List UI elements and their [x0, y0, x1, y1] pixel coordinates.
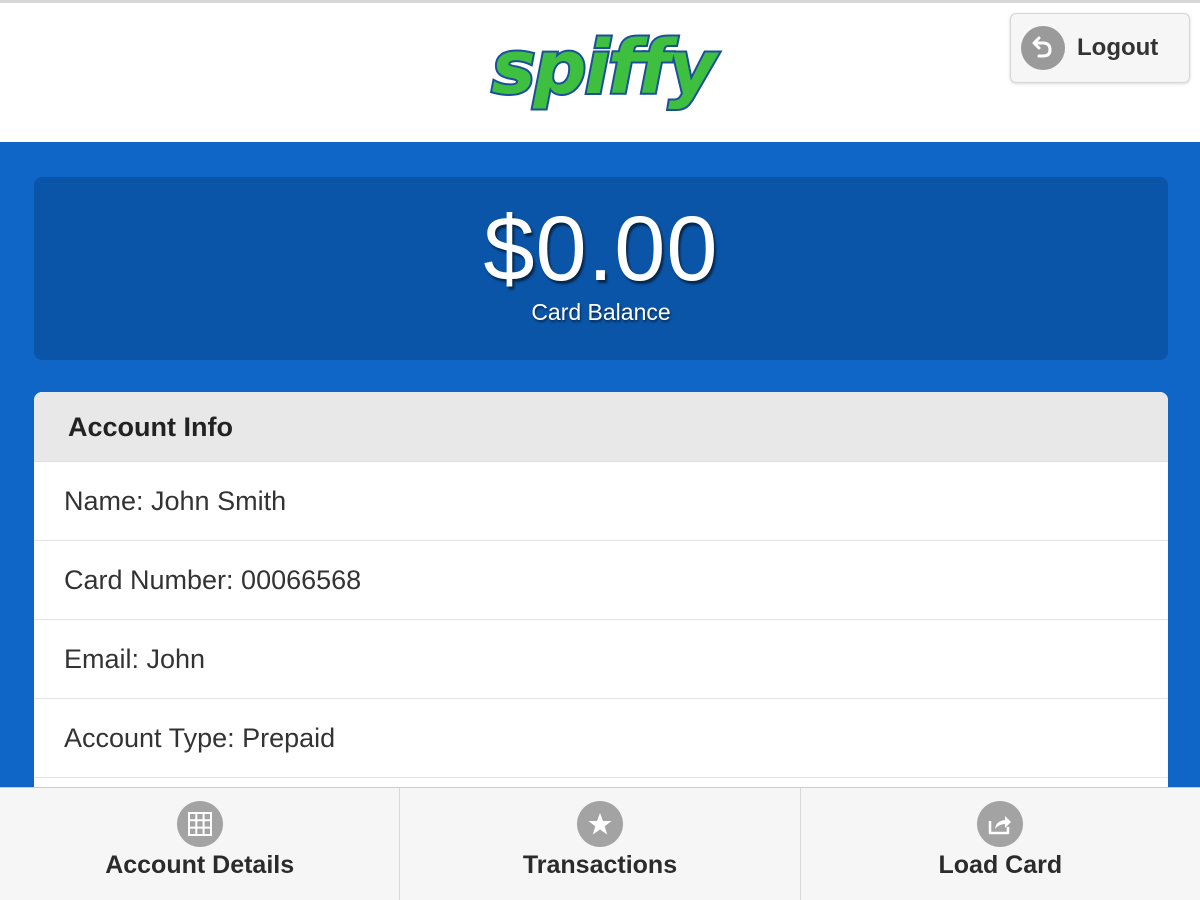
svg-text:spiffy: spiffy [491, 27, 719, 111]
star-icon [576, 801, 623, 847]
share-icon [977, 801, 1024, 847]
account-row-email: Email: John [34, 620, 1168, 699]
account-card-number-text: Card Number: 00066568 [64, 565, 362, 595]
bottom-nav: Account Details Transactions Load Card [0, 787, 1200, 900]
logout-label: Logout [1077, 34, 1159, 61]
main-content: $0.00 Card Balance Account Info Name: Jo… [0, 142, 1200, 812]
account-info-card: Account Info Name: John Smith Card Numbe… [34, 392, 1168, 812]
nav-transactions-label: Transactions [522, 851, 678, 879]
grid-icon [176, 801, 223, 847]
balance-amount: $0.00 [483, 198, 719, 300]
account-row-type: Account Type: Prepaid [34, 699, 1168, 778]
nav-account-details[interactable]: Account Details [0, 788, 401, 900]
account-info-title: Account Info [68, 412, 233, 442]
logout-button[interactable]: Logout [1010, 13, 1190, 83]
balance-label: Card Balance [531, 299, 671, 325]
nav-transactions[interactable]: Transactions [400, 788, 801, 900]
app-header: spiffy Logout [0, 0, 1200, 142]
account-email-text: Email: John [64, 644, 206, 674]
account-info-header: Account Info [34, 392, 1168, 462]
spiffy-logo: spiffy [489, 27, 723, 113]
account-row-name: Name: John Smith [34, 462, 1168, 541]
account-row-card-number: Card Number: 00066568 [34, 541, 1168, 620]
nav-load-card-label: Load Card [938, 851, 1063, 879]
account-type-text: Account Type: Prepaid [64, 723, 336, 753]
nav-load-card[interactable]: Load Card [801, 788, 1200, 900]
balance-panel: $0.00 Card Balance [34, 177, 1168, 360]
nav-account-details-label: Account Details [105, 851, 295, 879]
account-name-text: Name: John Smith [64, 486, 287, 516]
back-arrow-icon [1021, 26, 1065, 70]
